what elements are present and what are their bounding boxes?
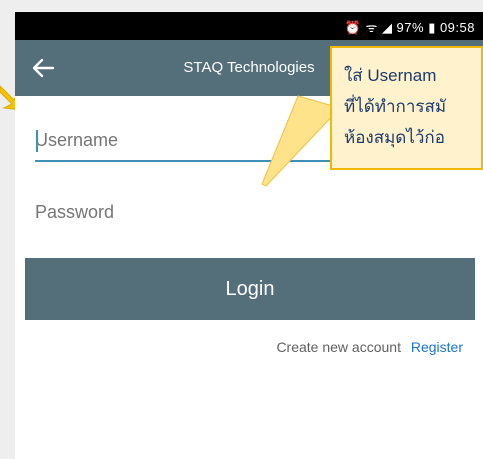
instruction-callout: ใส่ Usernam ที่ได้ทำการสมั ห้องสมุดไว้ก่… xyxy=(330,46,483,170)
login-button[interactable]: Login xyxy=(25,258,475,320)
callout-line-1: ใส่ Usernam xyxy=(344,66,437,85)
callout-line-3: ห้องสมุดไว้ก่อ xyxy=(344,128,445,147)
password-field-container xyxy=(35,194,475,234)
status-bar: ⏰ ᯤ ◢ 97% ▮ 09:58 xyxy=(15,12,483,40)
status-indicators: ⏰ ᯤ ◢ 97% ▮ 09:58 xyxy=(344,20,475,35)
create-account-text: Create new account xyxy=(276,339,401,355)
register-link[interactable]: Register xyxy=(411,339,463,355)
password-input[interactable] xyxy=(35,194,475,230)
callout-line-2: ที่ได้ทำการสมั xyxy=(344,97,447,116)
text-caret xyxy=(36,130,38,152)
account-row: Create new account Register xyxy=(276,339,463,355)
